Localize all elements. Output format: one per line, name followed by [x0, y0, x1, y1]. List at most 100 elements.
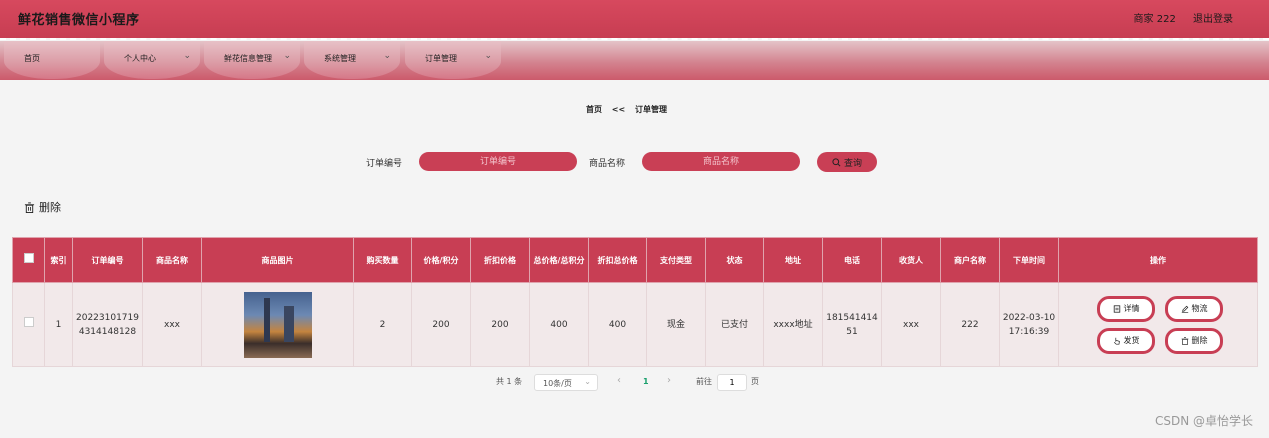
product-name-input[interactable]	[642, 152, 800, 171]
select-all-cell	[12, 237, 45, 283]
cell-actions: 详情 物流 发货 删除	[1058, 282, 1258, 367]
trash-icon	[1181, 337, 1188, 345]
row-delete-button-label: 删除	[1191, 336, 1208, 345]
nav-item-orders[interactable]: 订单管理 ⌄	[405, 41, 501, 79]
column-header: 商品名称	[142, 237, 202, 283]
product-name-label: 商品名称	[589, 159, 626, 169]
page-size-value: 10条/页	[543, 379, 572, 388]
row-select-cell	[12, 282, 45, 367]
orders-table: 索引 订单编号 商品名称 商品图片 购买数量 价格/积分 折扣价格 总价格/总积…	[12, 237, 1258, 367]
bulk-delete-label: 删除	[39, 201, 61, 214]
breadcrumb-home[interactable]: 首页	[586, 105, 602, 114]
nav-item-flower-info[interactable]: 鲜花信息管理 ⌄	[204, 41, 300, 79]
cell-index: 1	[44, 282, 73, 367]
row-delete-button[interactable]: 删除	[1165, 328, 1223, 354]
column-header: 购买数量	[353, 237, 412, 283]
column-header: 价格/积分	[411, 237, 471, 283]
cell-product: xxx	[142, 282, 202, 367]
app-title: 鲜花销售微信小程序	[18, 13, 140, 28]
column-header: 电话	[822, 237, 882, 283]
nav-bar: 首页 个人中心 ⌄ 鲜花信息管理 ⌄ 系统管理 ⌄ 订单管理 ⌄	[0, 41, 1269, 80]
goto-label: 前往	[696, 377, 712, 386]
next-page-icon[interactable]: ›	[667, 375, 671, 386]
nav-item-label: 订单管理	[425, 54, 457, 63]
cell-price: 200	[411, 282, 471, 367]
header-divider	[0, 38, 1269, 40]
column-header: 折扣总价格	[588, 237, 647, 283]
page-number-current[interactable]: 1	[643, 377, 649, 386]
order-no-input[interactable]	[419, 152, 577, 171]
cell-image	[201, 282, 354, 367]
column-header: 操作	[1058, 237, 1258, 283]
nav-item-profile[interactable]: 个人中心 ⌄	[104, 41, 200, 79]
nav-item-home[interactable]: 首页	[4, 41, 100, 79]
cell-quantity: 2	[353, 282, 412, 367]
column-header: 支付类型	[646, 237, 706, 283]
page-size-select[interactable]: 10条/页 ⌄	[534, 374, 598, 391]
cell-merchant: 222	[940, 282, 1000, 367]
logistics-button[interactable]: 物流	[1165, 296, 1223, 322]
search-button[interactable]: 查询	[817, 152, 877, 172]
cell-discount-price: 200	[470, 282, 530, 367]
breadcrumb-separator: <<	[611, 105, 626, 114]
cell-total: 400	[529, 282, 589, 367]
chevron-down-icon: ⌄	[584, 377, 591, 386]
detail-button[interactable]: 详情	[1097, 296, 1155, 322]
row-actions: 详情 物流 发货 删除	[1059, 283, 1257, 366]
cell-order-no: 202231017194314148128	[72, 282, 143, 367]
search-icon	[832, 157, 841, 166]
watermark: CSDN @卓怡学长	[1154, 414, 1253, 428]
trash-icon	[24, 201, 35, 213]
select-all-checkbox[interactable]	[23, 253, 34, 263]
column-header: 收货人	[881, 237, 941, 283]
detail-button-label: 详情	[1123, 304, 1140, 313]
row-checkbox[interactable]	[23, 317, 34, 327]
logistics-button-label: 物流	[1191, 304, 1208, 313]
breadcrumb: 首页 << 订单管理	[586, 104, 674, 115]
column-header: 地址	[763, 237, 823, 283]
page-unit-label: 页	[751, 377, 759, 386]
column-header: 下单时间	[999, 237, 1059, 283]
breadcrumb-current: 订单管理	[635, 105, 667, 114]
cell-receiver: xxx	[881, 282, 941, 367]
bulk-delete-button[interactable]: 删除	[24, 199, 61, 215]
cell-pay-type: 现金	[646, 282, 706, 367]
column-header: 商品图片	[201, 237, 354, 283]
top-header: 鲜花销售微信小程序 商家 222 退出登录	[0, 0, 1269, 38]
cell-status: 已支付	[705, 282, 764, 367]
search-button-label: 查询	[843, 158, 862, 169]
table-header-row: 索引 订单编号 商品名称 商品图片 购买数量 价格/积分 折扣价格 总价格/总积…	[12, 237, 1258, 283]
column-header: 商户名称	[940, 237, 1000, 283]
cell-phone: 18154141451	[822, 282, 882, 367]
chevron-down-icon: ⌄	[383, 51, 391, 61]
header-right: 商家 222 退出登录	[1120, 10, 1233, 25]
document-icon	[1113, 305, 1120, 313]
table-row: 1 202231017194314148128 xxx 2 200 200 40…	[12, 282, 1258, 367]
pagination-total: 共 1 条	[496, 377, 523, 386]
prev-page-icon[interactable]: ‹	[617, 375, 621, 386]
product-thumbnail[interactable]	[243, 291, 312, 358]
nav-item-label: 系统管理	[324, 54, 356, 63]
current-user: 商家 222	[1133, 14, 1176, 25]
nav-item-label: 首页	[24, 54, 40, 63]
nav-item-system[interactable]: 系统管理 ⌄	[304, 41, 400, 79]
logout-link[interactable]: 退出登录	[1193, 14, 1233, 25]
ship-button[interactable]: 发货	[1097, 328, 1155, 354]
chevron-down-icon: ⌄	[283, 51, 291, 61]
cell-order-time: 2022-03-10 17:16:39	[999, 282, 1059, 367]
ship-button-label: 发货	[1123, 336, 1140, 345]
goto-page-input[interactable]	[717, 374, 747, 391]
column-header: 总价格/总积分	[529, 237, 589, 283]
nav-item-label: 鲜花信息管理	[224, 54, 272, 63]
edit-icon	[1181, 305, 1188, 313]
column-header: 折扣价格	[470, 237, 530, 283]
column-header: 订单编号	[72, 237, 143, 283]
order-no-label: 订单编号	[366, 159, 403, 169]
hand-pointer-icon	[1113, 337, 1120, 345]
cell-discount-total: 400	[588, 282, 647, 367]
chevron-down-icon: ⌄	[183, 51, 191, 61]
cell-address: xxxx地址	[763, 282, 823, 367]
column-header: 索引	[44, 237, 73, 283]
nav-item-label: 个人中心	[124, 54, 156, 63]
chevron-down-icon: ⌄	[484, 51, 492, 61]
